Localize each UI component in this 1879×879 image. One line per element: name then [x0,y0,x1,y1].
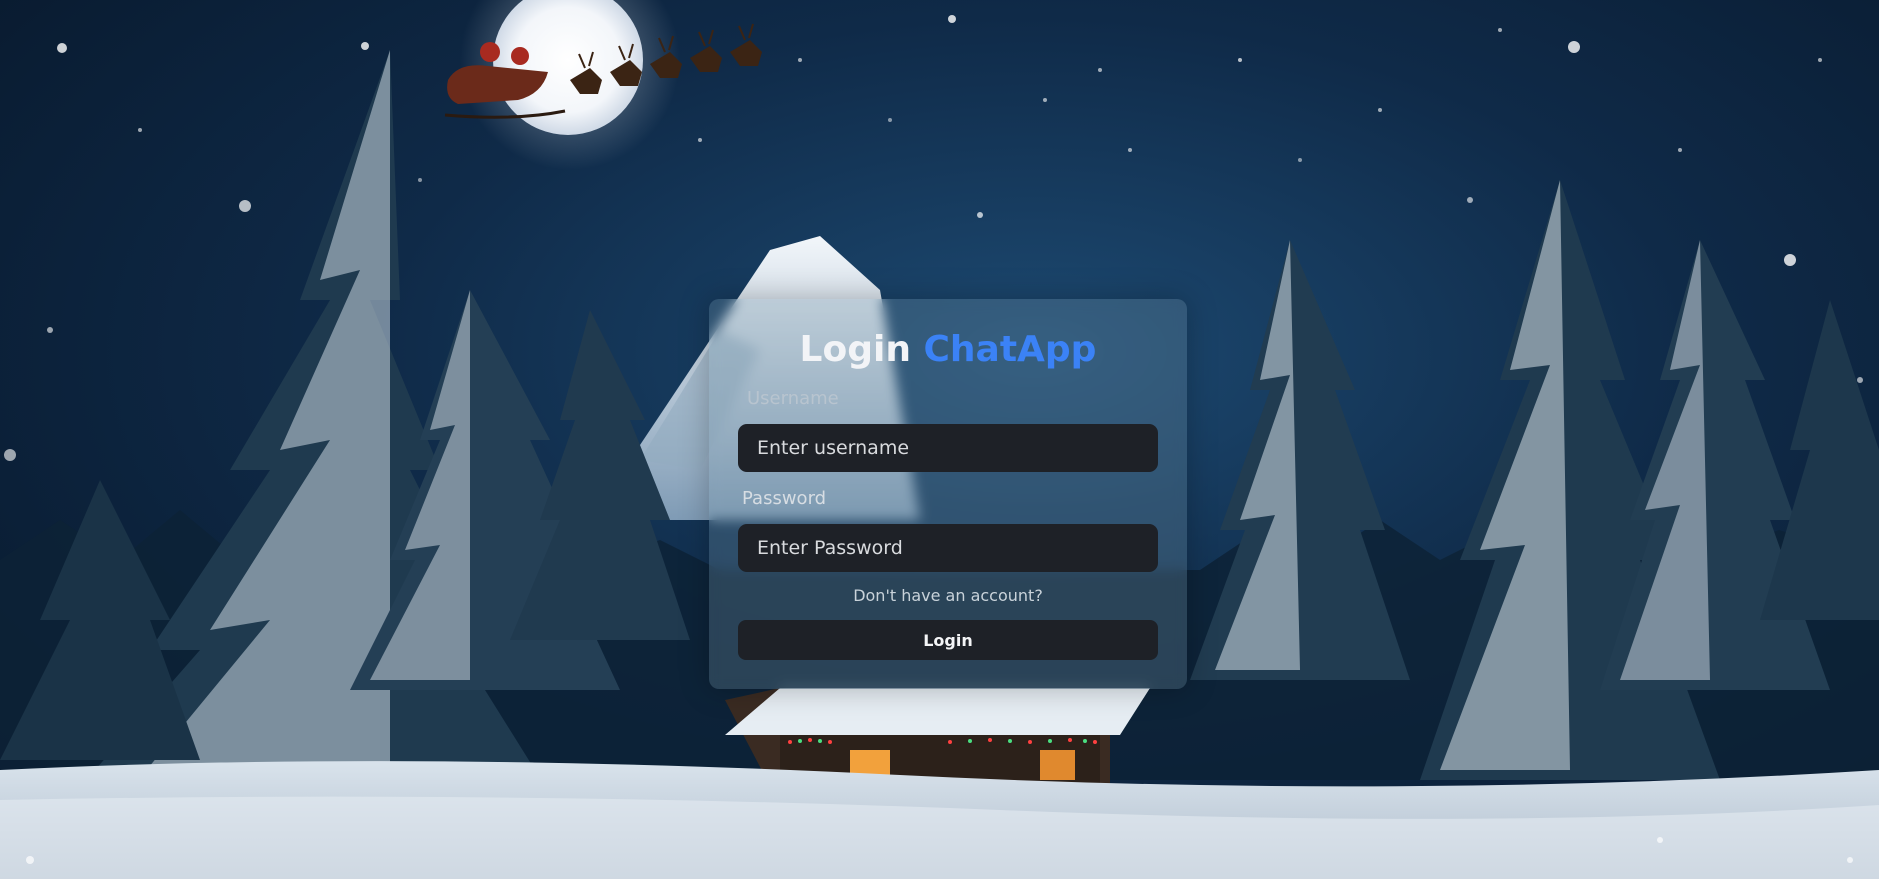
password-label: Password [742,488,827,509]
login-card: Login ChatApp Username Password Don't ha… [709,299,1187,689]
username-label: Username [747,388,839,409]
login-title-prefix: Login [799,329,911,370]
brand-name: ChatApp [923,329,1097,370]
signup-link[interactable]: Don't have an account? [709,586,1187,605]
login-button[interactable]: Login [738,620,1158,660]
username-input[interactable] [738,424,1158,472]
background-scene: Login ChatApp Username Password Don't ha… [0,0,1879,879]
login-title: Login ChatApp [709,329,1187,370]
password-input[interactable] [738,524,1158,572]
